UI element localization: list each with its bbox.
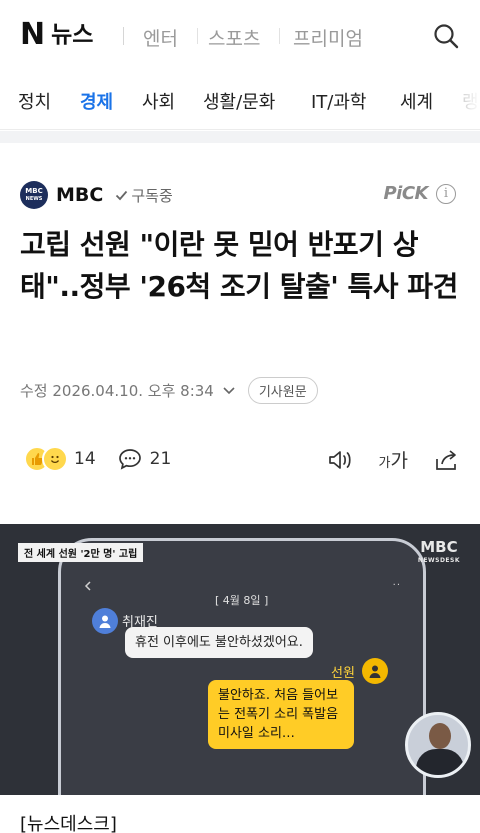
comment-count: 21: [149, 449, 172, 469]
mbc-watermark: MBC NEWSDESK: [418, 540, 460, 568]
speaker-icon[interactable]: [327, 448, 353, 472]
press-logo-line1: MBC: [25, 187, 43, 195]
font-size-large: 가: [390, 450, 408, 472]
reaction-button[interactable]: [24, 446, 68, 472]
share-icon[interactable]: [434, 448, 460, 472]
video-player[interactable]: .. 전 세계 선원 '2만 명' 고립 MBC NEWSDESK [ 4월 8…: [0, 524, 480, 795]
pick-badge: PiCK i: [383, 183, 456, 204]
mbc-brand-sub: NEWSDESK: [417, 557, 460, 564]
tab-fade: [440, 72, 480, 129]
check-icon: [116, 190, 128, 200]
chevron-down-icon[interactable]: [222, 386, 236, 396]
category-tabs: 정치 경제 사회 생활/문화 IT/과학 세계 랭: [0, 72, 480, 130]
reaction-count: 14: [74, 449, 96, 469]
naver-news-logo[interactable]: N 뉴스: [20, 20, 93, 50]
article-timestamp: 수정 2026.04.10. 오후 8:34: [20, 382, 214, 400]
chat-date: [ 4월 8일 ]: [215, 594, 269, 607]
original-article-button[interactable]: 기사원문: [247, 377, 318, 404]
smile-face-icon: [42, 446, 68, 472]
press-logo-line2: NEWS: [25, 196, 43, 202]
user-avatar-icon: [362, 658, 388, 684]
tab-it-science[interactable]: IT/과학: [311, 88, 367, 114]
article-meta: 수정 2026.04.10. 오후 8:34 기사원문: [20, 377, 318, 404]
tab-society[interactable]: 사회: [142, 88, 175, 114]
logo-n: N: [20, 17, 45, 52]
top-header: N 뉴스 엔터 스포츠 프리미엄: [0, 0, 480, 72]
article-tools: 가가: [327, 446, 460, 473]
tab-politics[interactable]: 정치: [18, 88, 51, 114]
news-source-label: [뉴스데스크]: [20, 814, 117, 833]
press-name[interactable]: MBC: [56, 184, 103, 206]
subscribe-status[interactable]: 구독중: [115, 185, 173, 206]
reaction-bar: 14 21: [24, 446, 171, 472]
nav-sports[interactable]: 스포츠: [208, 24, 260, 51]
section-separator: [0, 131, 480, 143]
tab-world[interactable]: 세계: [400, 88, 433, 114]
nav-premium[interactable]: 프리미엄: [293, 24, 363, 51]
article-headline: 고립 선원 "이란 못 믿어 반포기 상태"..정부 '26척 조기 탈출' 특…: [20, 228, 458, 303]
comment-icon: [118, 449, 141, 470]
back-arrow-icon: [84, 581, 91, 591]
font-size-button[interactable]: 가가: [379, 446, 408, 473]
pick-label: PiCK: [383, 183, 428, 204]
interpreter-head: [429, 723, 451, 749]
tab-economy[interactable]: 경제: [80, 88, 113, 114]
tab-life-culture[interactable]: 생활/문화: [203, 88, 275, 114]
font-size-small: 가: [378, 456, 391, 471]
comment-button[interactable]: 21: [118, 448, 172, 470]
chat-sender-2: 선원: [331, 666, 355, 681]
chat-bubble-2: 불안하죠. 처음 들어보는 전폭기 소리 폭발음 미사일 소리…: [208, 680, 354, 749]
logo-text: 뉴스: [51, 22, 94, 48]
nav-divider: [279, 28, 280, 44]
interpreter-body: [416, 749, 464, 775]
user-avatar-icon: [92, 608, 118, 634]
sign-language-interpreter: [405, 712, 471, 778]
search-icon[interactable]: [432, 22, 460, 50]
press-info: MBC NEWS MBC 구독중: [20, 181, 173, 209]
phone-menu-icon: ..: [392, 577, 401, 588]
press-logo[interactable]: MBC NEWS: [20, 181, 48, 209]
chat-bubble-1: 휴전 이후에도 불안하셨겠어요.: [125, 627, 313, 658]
nav-entertainment[interactable]: 엔터: [143, 24, 178, 51]
subscribe-label: 구독중: [131, 186, 173, 205]
video-caption: 전 세계 선원 '2만 명' 고립: [18, 543, 144, 562]
nav-divider: [197, 28, 198, 44]
info-icon[interactable]: i: [436, 183, 456, 204]
header-divider: [123, 27, 124, 45]
